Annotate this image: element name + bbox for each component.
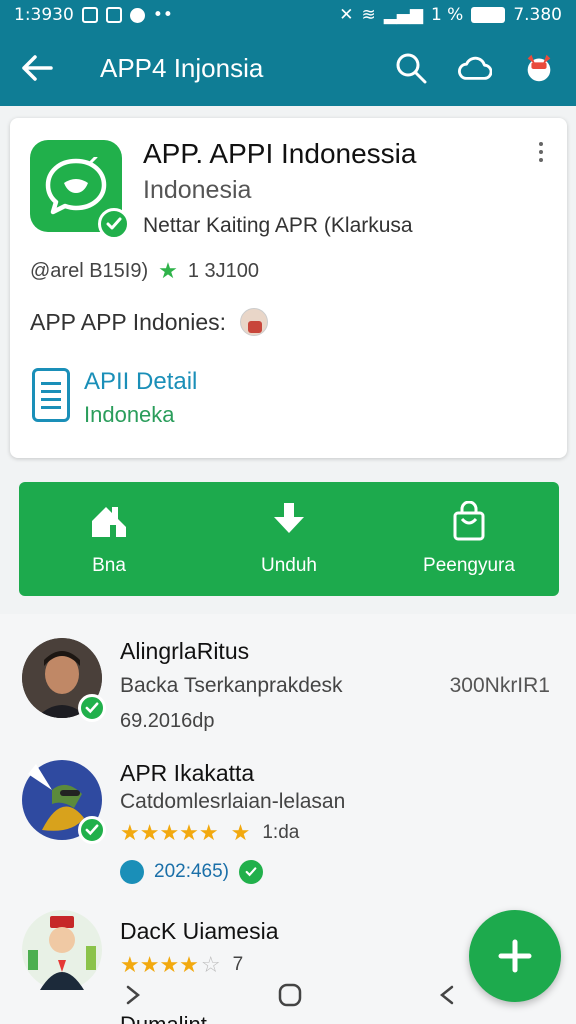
star-rating: ★★★★★ ★ 1:da [120, 820, 299, 846]
profile-avatar-icon[interactable] [522, 51, 556, 85]
download-label: Unduh [261, 555, 317, 576]
app-developer[interactable]: Nettar Kaiting APR (Klarkusa [143, 214, 413, 238]
app-tagline-row: APP APP Indonies: [30, 308, 269, 336]
more-options-icon[interactable] [535, 142, 547, 162]
home-label: Bna [92, 555, 126, 576]
wifi-icon: ≋ [361, 5, 376, 25]
shop-label: Peengyura [423, 555, 515, 576]
more-notifications-icon: •• [152, 5, 173, 25]
list-item-desc: Catdomlesrlaian-lelasan [120, 790, 346, 813]
back-nav-icon[interactable] [436, 983, 460, 1012]
publisher-avatar [240, 308, 269, 336]
battery-percent: 1 % [430, 5, 464, 25]
document-icon [32, 368, 70, 422]
info-icon [120, 860, 144, 884]
home-button[interactable]: Bna [19, 482, 199, 596]
notification-icon [105, 7, 122, 23]
avatar [22, 760, 106, 844]
verified-check-icon [239, 860, 264, 884]
star-icon: ★ [230, 820, 251, 845]
plus-icon [498, 939, 532, 973]
shop-button[interactable]: Peengyura [379, 482, 559, 596]
list-item-name: AlingrlaRitus [120, 638, 250, 664]
download-button[interactable]: Unduh [199, 482, 379, 596]
verified-check-icon [78, 816, 106, 844]
battery-icon [471, 7, 506, 23]
top-bar: 1:3930 •• ✕ ≋ ▂▄▆ 1 % 7.380 APP4 Injonsi… [0, 0, 576, 106]
app-bar: APP4 Injonsia [0, 30, 576, 106]
search-icon[interactable] [394, 51, 428, 85]
list-item[interactable]: APR Ikakatta Catdomlesrlaian-lelasan ★★★… [22, 760, 562, 890]
signal-icon: ▂▄▆ [383, 5, 423, 25]
app-info-card: APP. APPI Indonessia Indonesia Nettar Ka… [10, 118, 567, 458]
download-icon [274, 503, 304, 533]
home-icon [92, 507, 126, 537]
app-meta-row: @arel B15I9) ★ 1 3J100 [30, 258, 259, 284]
list-item-sub: 69.2016dp [120, 710, 215, 732]
notification-icon [129, 7, 145, 23]
add-fab-button[interactable] [469, 910, 561, 1002]
app-bar-title: APP4 Injonsia [100, 52, 264, 83]
avatar [22, 638, 106, 722]
shopping-bag-icon [453, 501, 485, 541]
back-arrow-icon[interactable] [20, 51, 54, 85]
app-tagline: APP APP Indonies: [30, 308, 227, 335]
verified-check-icon [78, 694, 106, 722]
recent-apps-icon[interactable] [120, 983, 144, 1012]
app-meta: @arel B15I9) [30, 259, 149, 282]
notification-icon [81, 7, 98, 23]
list-item-value: 300NkrIR1 [449, 674, 550, 697]
app-logo [30, 140, 130, 240]
list-item[interactable]: AlingrlaRitus Backa Tserkanprakdesk 300N… [22, 636, 562, 746]
avatar [22, 910, 102, 990]
app-rating: 1 3J100 [187, 259, 260, 282]
chat-bubble-icon [45, 157, 107, 215]
star-icon: ★★★★★ [120, 820, 219, 845]
rating-count: 1:da [262, 822, 300, 843]
status-time: 1:3930 [14, 5, 74, 25]
system-nav-bar [120, 975, 460, 1019]
detail-subtitle: Indoneka [84, 402, 175, 427]
badge-text: 202:465) [154, 861, 230, 882]
list-item-desc: Backa Tserkanprakdesk [120, 674, 343, 697]
mute-icon: ✕ [339, 5, 354, 25]
app-name: APP. APPI Indonessia [143, 138, 417, 169]
home-nav-icon[interactable] [277, 982, 303, 1013]
status-bar: 1:3930 •• ✕ ≋ ▂▄▆ 1 % 7.380 [0, 0, 576, 30]
action-bar: Bna Unduh Peengyura [19, 482, 559, 596]
cloud-icon[interactable] [458, 51, 492, 85]
app-subtitle: Indonesia [143, 176, 252, 204]
star-icon: ★ [158, 258, 178, 283]
app-detail-link[interactable]: APII Detail Indoneka [32, 368, 197, 428]
list-item-name: DacK Uiamesia [120, 918, 279, 944]
rating-count: 7 [232, 954, 244, 975]
detail-title: APII Detail [84, 368, 198, 395]
badge-row: 202:465) [120, 860, 264, 884]
verified-check-icon [98, 208, 130, 240]
status-clock: 7.380 [513, 5, 562, 25]
list-item-name: APR Ikakatta [120, 760, 255, 786]
